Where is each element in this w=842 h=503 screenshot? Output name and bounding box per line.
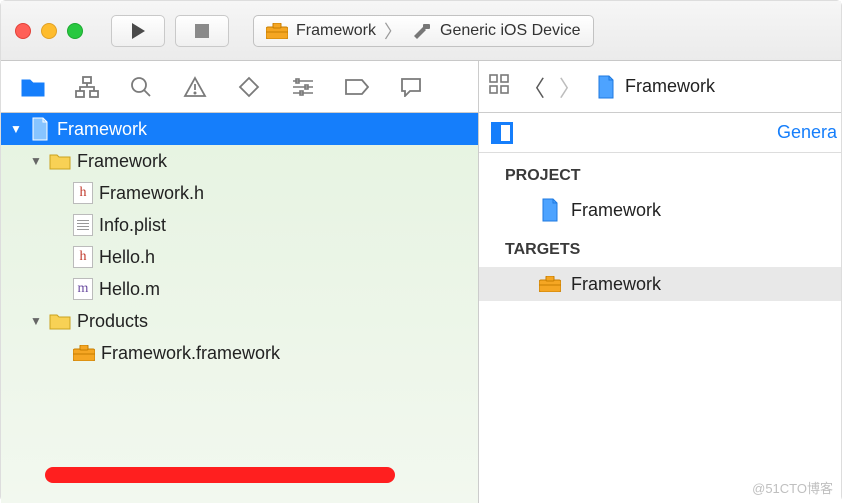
file-row[interactable]: h Hello.h: [1, 241, 478, 273]
file-label: Framework.framework: [101, 343, 280, 364]
file-label: Hello.h: [99, 247, 155, 268]
run-button[interactable]: [111, 15, 165, 47]
breadcrumb[interactable]: Framework: [595, 76, 715, 98]
file-label: Info.plist: [99, 215, 166, 236]
test-navigator-tab[interactable]: [223, 61, 275, 113]
file-row[interactable]: h Framework.h: [1, 177, 478, 209]
go-forward-button[interactable]: 〉: [559, 71, 581, 103]
target-name-label: Framework: [571, 274, 661, 295]
project-name-label: Framework: [571, 200, 661, 221]
editor-jump-bar: 〈 〉 Framework: [479, 61, 841, 112]
navigator-tabs: [1, 61, 479, 112]
traffic-lights: [15, 23, 83, 39]
play-icon: [129, 22, 147, 40]
project-section-header: PROJECT: [479, 153, 841, 193]
project-editor: Genera PROJECT Framework TARGETS Framewo…: [479, 113, 841, 503]
zoom-window-button[interactable]: [67, 23, 83, 39]
scheme-target-label: Framework: [296, 22, 376, 40]
annotation-highlight: [45, 467, 395, 483]
disclosure-triangle-icon[interactable]: ▼: [29, 154, 43, 168]
header-file-icon: h: [73, 182, 93, 204]
project-root-label: Framework: [57, 119, 147, 140]
group-row[interactable]: ▼ Framework: [1, 145, 478, 177]
source-control-navigator-tab[interactable]: [61, 61, 113, 113]
xcode-project-icon: [29, 118, 51, 140]
report-navigator-tab[interactable]: [385, 61, 437, 113]
disclosure-triangle-icon[interactable]: ▼: [9, 122, 23, 136]
file-label: Framework.h: [99, 183, 204, 204]
navigator-and-breadcrumb-row: 〈 〉 Framework: [1, 61, 841, 113]
implementation-file-icon: m: [73, 278, 93, 300]
window-titlebar: Framework 〉 Generic iOS Device: [1, 1, 841, 61]
scheme-selector[interactable]: Framework 〉 Generic iOS Device: [253, 15, 594, 47]
header-file-icon: h: [73, 246, 93, 268]
hammer-icon: [410, 20, 432, 42]
find-navigator-tab[interactable]: [115, 61, 167, 113]
disclosure-triangle-icon[interactable]: ▼: [29, 314, 43, 328]
group-label: Framework: [77, 151, 167, 172]
folder-icon: [49, 310, 71, 332]
file-row[interactable]: Info.plist: [1, 209, 478, 241]
xcode-project-icon: [539, 199, 561, 221]
general-tab[interactable]: Genera: [777, 122, 841, 143]
project-root-row[interactable]: ▼ Framework: [1, 113, 478, 145]
scheme-device-label: Generic iOS Device: [440, 22, 581, 40]
warning-icon: [183, 76, 207, 98]
tag-icon: [345, 79, 369, 95]
project-navigator-tab[interactable]: [7, 61, 59, 113]
breakpoint-navigator-tab[interactable]: [331, 61, 383, 113]
targets-section-header: TARGETS: [479, 227, 841, 267]
file-label: Hello.m: [99, 279, 160, 300]
show-targets-list-button[interactable]: [491, 122, 513, 144]
search-icon: [130, 76, 152, 98]
group-label: Products: [77, 311, 148, 332]
xcode-project-icon: [595, 76, 617, 98]
minimize-window-button[interactable]: [41, 23, 57, 39]
project-list-item[interactable]: Framework: [479, 193, 841, 227]
watermark: @51CTO博客: [752, 478, 833, 497]
hierarchy-icon: [75, 76, 99, 98]
toolbox-icon: [539, 273, 561, 295]
stop-icon: [195, 24, 209, 38]
diamond-icon: [238, 76, 260, 98]
target-list-item[interactable]: Framework: [479, 267, 841, 301]
chevron-right-icon: 〉: [384, 18, 402, 44]
related-items-button[interactable]: [489, 74, 509, 99]
toolbox-icon: [73, 342, 95, 364]
file-row[interactable]: m Hello.m: [1, 273, 478, 305]
file-row[interactable]: Framework.framework: [1, 337, 478, 369]
editor-subtabs: Genera: [479, 113, 841, 153]
folder-icon: [21, 77, 45, 97]
breadcrumb-label: Framework: [625, 76, 715, 97]
go-back-button[interactable]: 〈: [523, 71, 545, 103]
stop-button[interactable]: [175, 15, 229, 47]
project-navigator: ▼ Framework ▼ Framework h Framework.h In…: [1, 113, 479, 503]
folder-icon: [49, 150, 71, 172]
group-row[interactable]: ▼ Products: [1, 305, 478, 337]
main-split: ▼ Framework ▼ Framework h Framework.h In…: [1, 113, 841, 503]
debug-navigator-tab[interactable]: [277, 61, 329, 113]
toolbox-icon: [266, 20, 288, 42]
close-window-button[interactable]: [15, 23, 31, 39]
issue-navigator-tab[interactable]: [169, 61, 221, 113]
gauge-icon: [291, 78, 315, 96]
plist-file-icon: [73, 214, 93, 236]
speech-bubble-icon: [400, 77, 422, 97]
